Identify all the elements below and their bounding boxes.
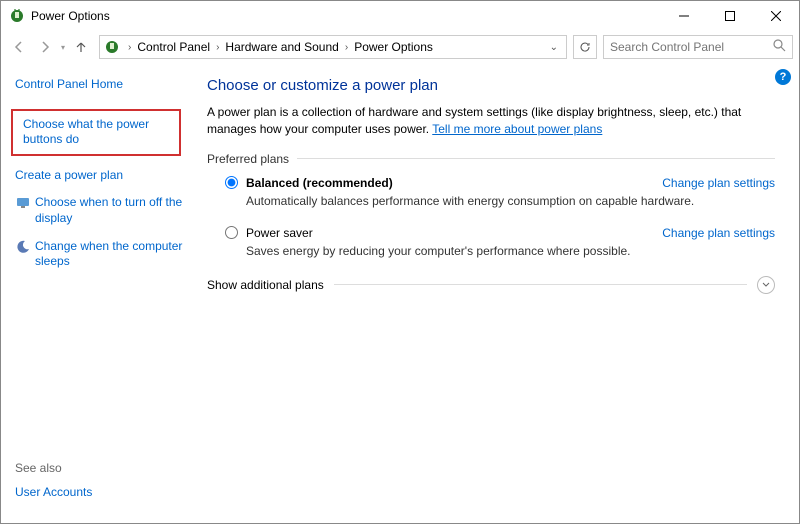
see-also-label: See also bbox=[15, 461, 183, 475]
sidebar-link-power-buttons[interactable]: Choose what the power buttons do bbox=[11, 109, 181, 156]
sidebar-link-sleep[interactable]: Change when the computer sleeps bbox=[15, 239, 183, 270]
page-title: Choose or customize a power plan bbox=[207, 77, 775, 94]
window-title: Power Options bbox=[31, 9, 661, 23]
show-additional-plans[interactable]: Show additional plans bbox=[207, 276, 775, 294]
plan-name: Balanced (recommended) bbox=[246, 176, 662, 190]
recent-locations-dropdown[interactable]: ▾ bbox=[61, 43, 65, 52]
chevron-down-icon[interactable] bbox=[757, 276, 775, 294]
plan-name: Power saver bbox=[246, 226, 662, 240]
display-icon bbox=[15, 195, 31, 211]
divider bbox=[297, 158, 775, 159]
plan-description: Automatically balances performance with … bbox=[246, 194, 775, 208]
breadcrumb-control-panel[interactable]: Control Panel bbox=[135, 40, 212, 54]
breadcrumb-separator[interactable]: › bbox=[124, 42, 135, 53]
up-button[interactable] bbox=[69, 35, 93, 59]
change-plan-settings-link[interactable]: Change plan settings bbox=[662, 226, 775, 240]
moon-icon bbox=[15, 239, 31, 255]
plan-description: Saves energy by reducing your computer's… bbox=[246, 244, 775, 258]
search-icon[interactable] bbox=[773, 39, 786, 55]
plan-radio-power-saver[interactable] bbox=[225, 226, 238, 239]
search-input[interactable] bbox=[610, 40, 773, 54]
breadcrumb-hardware-sound[interactable]: Hardware and Sound bbox=[223, 40, 340, 54]
search-box[interactable] bbox=[603, 35, 793, 59]
sidebar: Control Panel Home Choose what the power… bbox=[1, 63, 193, 523]
breadcrumb-separator[interactable]: › bbox=[341, 42, 352, 53]
close-button[interactable] bbox=[753, 1, 799, 31]
back-button[interactable] bbox=[7, 35, 31, 59]
page-description: A power plan is a collection of hardware… bbox=[207, 104, 775, 138]
power-options-icon bbox=[104, 39, 120, 55]
titlebar: Power Options bbox=[1, 1, 799, 31]
plan-radio-balanced[interactable] bbox=[225, 176, 238, 189]
forward-button[interactable] bbox=[33, 35, 57, 59]
tell-me-more-link[interactable]: Tell me more about power plans bbox=[432, 122, 602, 136]
sidebar-link-user-accounts[interactable]: User Accounts bbox=[15, 485, 183, 501]
control-panel-home-link[interactable]: Control Panel Home bbox=[15, 77, 183, 93]
sidebar-link-label: Create a power plan bbox=[15, 168, 123, 184]
sidebar-link-label: Choose when to turn off the display bbox=[35, 195, 183, 226]
main-content: ? Choose or customize a power plan A pow… bbox=[193, 63, 799, 523]
help-icon[interactable]: ? bbox=[775, 69, 791, 85]
plan-balanced: Balanced (recommended) Change plan setti… bbox=[225, 176, 775, 208]
power-options-icon bbox=[9, 8, 25, 24]
maximize-button[interactable] bbox=[707, 1, 753, 31]
divider bbox=[334, 284, 747, 285]
address-bar[interactable]: › Control Panel › Hardware and Sound › P… bbox=[99, 35, 567, 59]
breadcrumb-separator[interactable]: › bbox=[212, 42, 223, 53]
plan-power-saver: Power saver Change plan settings Saves e… bbox=[225, 226, 775, 258]
minimize-button[interactable] bbox=[661, 1, 707, 31]
refresh-button[interactable] bbox=[573, 35, 597, 59]
sidebar-link-turn-off-display[interactable]: Choose when to turn off the display bbox=[15, 195, 183, 226]
address-dropdown[interactable]: ⌄ bbox=[546, 42, 562, 53]
preferred-plans-label: Preferred plans bbox=[207, 152, 775, 166]
show-additional-label: Show additional plans bbox=[207, 278, 324, 292]
breadcrumb-power-options[interactable]: Power Options bbox=[352, 40, 435, 54]
sidebar-link-label: Change when the computer sleeps bbox=[35, 239, 183, 270]
sidebar-link-label: Choose what the power buttons do bbox=[23, 117, 169, 148]
sidebar-link-create-plan[interactable]: Create a power plan bbox=[15, 168, 183, 184]
change-plan-settings-link[interactable]: Change plan settings bbox=[662, 176, 775, 190]
navbar: ▾ › Control Panel › Hardware and Sound ›… bbox=[1, 31, 799, 63]
